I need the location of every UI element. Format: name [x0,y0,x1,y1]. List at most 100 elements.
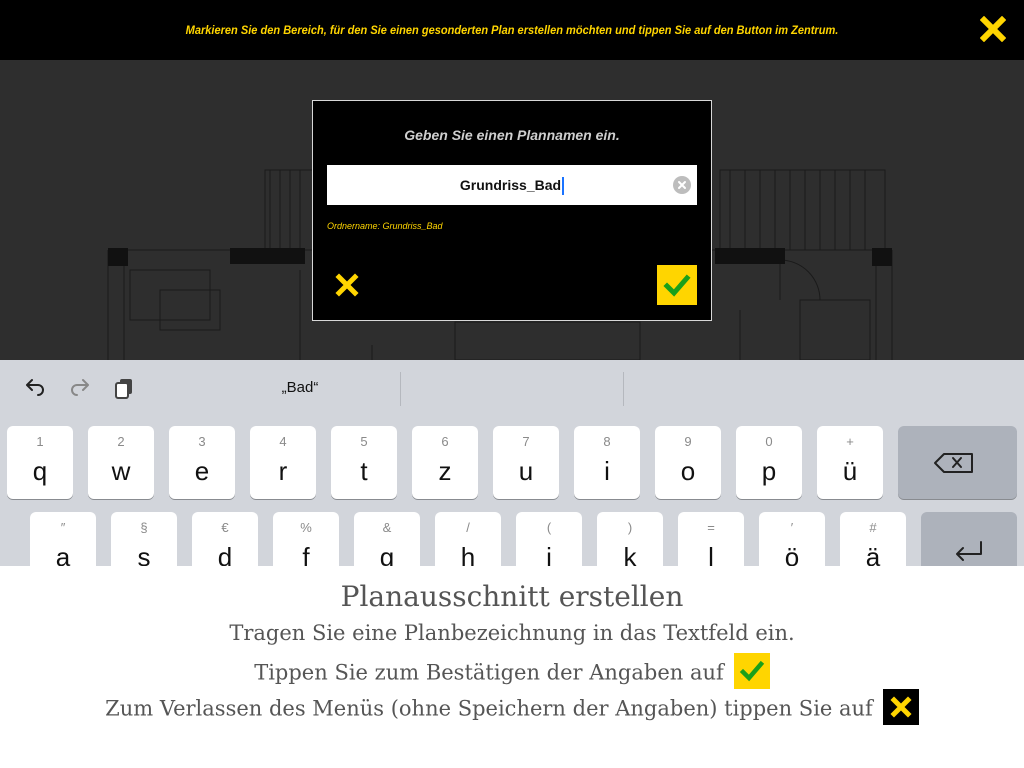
key-primary-label: f [302,542,310,566]
key-row1-9[interactable]: 0p [736,426,802,499]
key-row2-1[interactable]: § s [111,512,177,566]
key-primary-label: o [680,456,696,486]
key-row2-10[interactable]: # ä [840,512,906,566]
checkmark-icon [663,274,691,297]
key-row2-6[interactable]: (j [516,512,582,566]
dialog-prompt: Geben Sie einen Plannamen ein. [404,127,620,143]
key-secondary-label: / [466,520,470,535]
key-row2-4[interactable]: & g [354,512,420,566]
key-secondary-label: ″ [60,520,66,535]
key-primary-label: ä [865,542,881,566]
onscreen-keyboard: „Bad“ 1 q 2 w 3 e 4 r 5 t 6 z 7 u 8 i 9 o 0 p + ü ″ a § s € d% f & g /… [0,360,1024,566]
key-row2-2[interactable]: € d [192,512,258,566]
key-row1-5[interactable]: 6z [412,426,478,499]
key-row1-1[interactable]: 2w [88,426,154,499]
redo-icon[interactable] [68,376,92,400]
key-primary-label: e [194,456,210,486]
key-row1-0[interactable]: 1q [7,426,73,499]
key-primary-label: q [32,456,48,486]
suggestion-divider [400,372,401,406]
key-row1-3[interactable]: 4r [250,426,316,499]
key-secondary-label: = [707,520,715,535]
text-caret [562,177,565,196]
close-x-icon[interactable] [979,15,1007,43]
key-primary-label: l [708,542,714,566]
key-primary-label: k [623,542,637,566]
help-line-3-text: Zum Verlassen des Menüs (ohne Speichern … [105,696,873,721]
key-row2-9[interactable]: ′ ö [759,512,825,566]
key-primary-label: t [360,456,368,486]
folder-name-label: Ordnername: Grundriss_Bad [327,221,443,231]
return-key[interactable] [921,512,1017,566]
key-secondary-label: + [846,434,854,449]
keyboard-toolbar: „Bad“ [0,360,1024,416]
key-primary-label: ö [784,542,800,566]
key-secondary-label: ) [627,520,633,535]
suggestion-item[interactable]: „Bad“ [200,370,400,406]
key-row2-7[interactable]: ) k [597,512,663,566]
key-secondary-label: # [869,520,877,535]
key-row2-5[interactable]: / h [435,512,501,566]
key-secondary-label: § [140,520,148,535]
key-primary-label: g [379,542,395,566]
key-row1-4[interactable]: 5t [331,426,397,499]
help-title: Planausschnitt erstellen [340,580,684,613]
key-secondary-label: ′ [790,520,794,535]
key-primary-label: d [217,542,233,566]
key-secondary-label: ( [546,520,552,535]
key-primary-label: s [137,542,151,566]
return-icon [956,541,982,561]
key-secondary-label: 5 [360,434,368,449]
key-secondary-label: 3 [198,434,206,449]
key-primary-label: i [604,456,610,486]
plan-name-input[interactable]: Grundriss_Bad [327,165,697,205]
key-secondary-label: 6 [441,434,449,449]
plan-name-value: Grundriss_Bad [459,177,562,193]
key-primary-label: u [518,456,534,486]
undo-icon[interactable] [23,376,47,400]
key-secondary-label: 4 [279,434,287,449]
key-primary-label: ü [842,456,858,486]
key-row2-3[interactable]: % f [273,512,339,566]
clipboard-icon[interactable] [113,376,137,400]
key-secondary-label: & [382,520,392,535]
key-primary-label: p [761,456,777,486]
backspace-key[interactable] [898,426,1017,499]
key-row1-8[interactable]: 9o [655,426,721,499]
top-instruction-bar: Markieren Sie den Bereich, für den Sie e… [0,0,1024,60]
backspace-icon [934,453,973,473]
instructions-panel: Planausschnitt erstellen Tragen Sie eine… [0,566,1024,768]
key-secondary-label: 9 [684,434,692,449]
key-secondary-label: 1 [36,434,44,449]
key-secondary-label: 0 [765,434,773,449]
key-row1-7[interactable]: 8i [574,426,640,499]
confirm-button[interactable] [657,265,697,305]
close-x-icon [882,689,919,725]
key-primary-label: r [278,456,288,486]
key-row1-2[interactable]: 3e [169,426,235,499]
key-row2-8[interactable]: = l [678,512,744,566]
key-secondary-label: € [221,520,229,535]
key-row1-6[interactable]: 7u [493,426,559,499]
key-primary-label: h [460,542,476,566]
help-line-2-text: Tippen Sie zum Bestätigen der Angaben au… [254,660,724,685]
checkmark-icon [733,653,770,689]
key-primary-label: w [111,456,131,486]
key-secondary-label: 8 [603,434,611,449]
close-x-icon [335,273,359,297]
key-primary-label: a [55,542,71,566]
clear-input-icon[interactable] [673,176,691,194]
help-line-1: Tragen Sie eine Planbezeichnung in das T… [229,621,795,645]
cancel-button[interactable] [335,273,359,297]
key-secondary-label: 2 [117,434,125,449]
help-line-2: Tippen Sie zum Bestätigen der Angaben au… [0,653,1024,692]
key-primary-label: z [438,456,452,486]
key-row2-0[interactable]: ″ a [30,512,96,566]
key-primary-label: j [546,542,552,566]
top-instruction-text: Markieren Sie den Bereich, für den Sie e… [185,23,839,37]
key-row1-10[interactable]: + ü [817,426,883,499]
key-secondary-label: 7 [522,434,530,449]
key-secondary-label: % [300,520,312,535]
plan-name-dialog: Geben Sie einen Plannamen ein. Grundriss… [312,100,712,321]
suggestion-divider [623,372,624,406]
